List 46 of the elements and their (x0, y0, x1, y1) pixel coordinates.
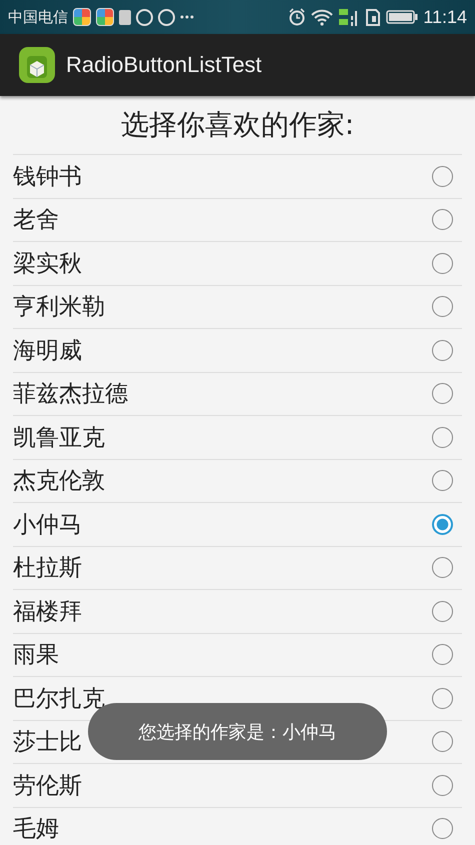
data-transfer-icon (158, 8, 175, 26)
writer-name: 莎士比 (13, 728, 82, 758)
radio-button[interactable] (432, 600, 453, 622)
radio-button[interactable] (432, 731, 453, 752)
battery-icon (386, 9, 418, 25)
list-heading: 选择你喜欢的作家: (120, 107, 356, 143)
radio-button[interactable] (432, 209, 453, 230)
notification-icon (119, 10, 131, 24)
data-transfer-icon (136, 8, 153, 26)
more-icon (180, 15, 194, 19)
clock: 11:14 (423, 6, 467, 28)
writer-name: 亨利米勒 (13, 293, 105, 322)
radio-button[interactable] (432, 688, 453, 709)
writer-name: 杰克伦敦 (13, 467, 105, 496)
writer-name: 海明威 (13, 336, 82, 366)
radio-button[interactable] (432, 340, 453, 361)
app-icon (73, 8, 91, 26)
writer-name: 梁实秋 (13, 250, 82, 279)
radio-button[interactable] (432, 774, 453, 796)
radio-button[interactable] (432, 818, 453, 840)
writer-name: 凯鲁亚克 (13, 424, 105, 453)
writer-name: 小仲马 (13, 510, 82, 540)
writer-name: 雨果 (13, 641, 59, 670)
radio-button[interactable] (432, 470, 453, 492)
writer-name: 福楼拜 (13, 598, 82, 627)
radio-button[interactable] (432, 514, 453, 535)
app-icon (96, 8, 114, 26)
radio-button[interactable] (432, 557, 453, 578)
radio-button[interactable] (432, 426, 453, 448)
radio-button[interactable] (432, 296, 453, 318)
wifi-icon (311, 8, 334, 26)
writer-name: 钱钟书 (13, 162, 82, 192)
radio-button[interactable] (432, 166, 453, 187)
writer-name: 劳伦斯 (13, 772, 82, 801)
radio-button[interactable] (432, 383, 453, 404)
app-title: RadioButtonListTest (66, 52, 262, 78)
sim-card-icon (365, 8, 382, 26)
writer-name: 毛姆 (13, 815, 59, 844)
writer-name: 杜拉斯 (13, 554, 82, 584)
writer-name: 菲兹杰拉德 (13, 380, 128, 410)
radio-button[interactable] (432, 644, 453, 666)
alarm-icon (288, 8, 306, 26)
android-app-icon (18, 46, 56, 84)
writer-name: 老舍 (13, 206, 59, 236)
radio-button[interactable] (432, 252, 453, 274)
carrier-name: 中国电信 (8, 8, 68, 26)
